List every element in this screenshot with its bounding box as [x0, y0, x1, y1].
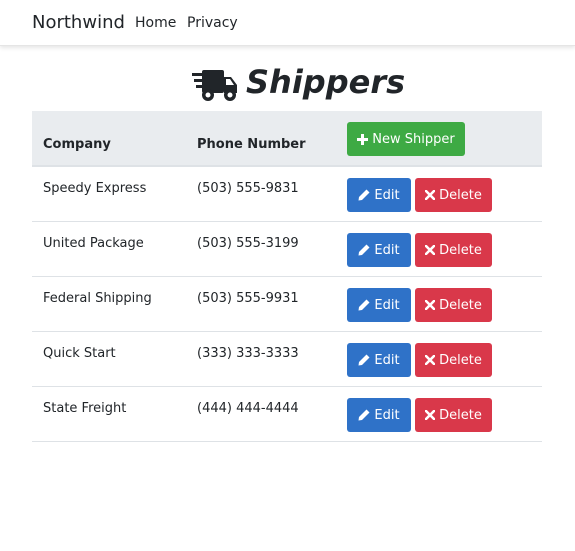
phone-cell: (503) 555-9931	[197, 291, 299, 306]
edit-label: Edit	[374, 242, 400, 258]
nav-link-home[interactable]: Home	[135, 15, 176, 31]
edit-label: Edit	[374, 297, 400, 313]
delete-label: Delete	[439, 187, 482, 203]
page-header: Shippers	[0, 60, 575, 110]
truck-fast-icon	[192, 70, 237, 101]
delete-label: Delete	[439, 352, 482, 368]
edit-button[interactable]: Edit	[347, 233, 411, 267]
table-row: Quick Start (333) 333-3333 Edit Delete	[32, 332, 542, 387]
x-icon	[425, 300, 436, 310]
phone-cell: (503) 555-9831	[197, 181, 299, 196]
delete-label: Delete	[439, 407, 482, 423]
delete-button[interactable]: Delete	[415, 398, 492, 432]
pencil-icon	[358, 354, 370, 366]
company-cell: State Freight	[43, 401, 127, 416]
pencil-icon	[358, 189, 370, 201]
company-cell: United Package	[43, 236, 144, 251]
new-shipper-label: New Shipper	[372, 131, 455, 147]
edit-button[interactable]: Edit	[347, 288, 411, 322]
navbar: Northwind Home Privacy	[0, 0, 575, 46]
company-cell: Quick Start	[43, 346, 116, 361]
x-icon	[425, 190, 436, 200]
table-header: Company Phone Number New Shipper	[32, 111, 542, 167]
x-icon	[425, 410, 436, 420]
pencil-icon	[358, 244, 370, 256]
navbar-brand[interactable]: Northwind	[32, 12, 125, 33]
phone-cell: (503) 555-3199	[197, 236, 299, 251]
company-cell: Speedy Express	[43, 181, 147, 196]
x-icon	[425, 355, 436, 365]
page-title: Shippers	[246, 63, 406, 101]
edit-button[interactable]: Edit	[347, 398, 411, 432]
delete-button[interactable]: Delete	[415, 288, 492, 322]
phone-cell: (333) 333-3333	[197, 346, 299, 361]
column-header-company: Company	[43, 137, 111, 152]
column-header-phone: Phone Number	[197, 137, 306, 152]
pencil-icon	[358, 299, 370, 311]
delete-label: Delete	[439, 297, 482, 313]
nav-link-privacy[interactable]: Privacy	[187, 15, 238, 31]
delete-label: Delete	[439, 242, 482, 258]
table-row: Federal Shipping (503) 555-9931 Edit Del…	[32, 277, 542, 332]
pencil-icon	[358, 409, 370, 421]
edit-label: Edit	[374, 352, 400, 368]
plus-icon	[357, 133, 369, 145]
phone-cell: (444) 444-4444	[197, 401, 299, 416]
table-row: Speedy Express (503) 555-9831 Edit Delet…	[32, 167, 542, 222]
delete-button[interactable]: Delete	[415, 178, 492, 212]
edit-label: Edit	[374, 187, 400, 203]
x-icon	[425, 245, 436, 255]
edit-button[interactable]: Edit	[347, 178, 411, 212]
table-row: State Freight (444) 444-4444 Edit Delete	[32, 387, 542, 442]
shippers-table: Company Phone Number New Shipper Speedy …	[32, 111, 542, 442]
delete-button[interactable]: Delete	[415, 233, 492, 267]
table-row: United Package (503) 555-3199 Edit Delet…	[32, 222, 542, 277]
edit-button[interactable]: Edit	[347, 343, 411, 377]
company-cell: Federal Shipping	[43, 291, 152, 306]
edit-label: Edit	[374, 407, 400, 423]
new-shipper-button[interactable]: New Shipper	[347, 122, 465, 156]
delete-button[interactable]: Delete	[415, 343, 492, 377]
